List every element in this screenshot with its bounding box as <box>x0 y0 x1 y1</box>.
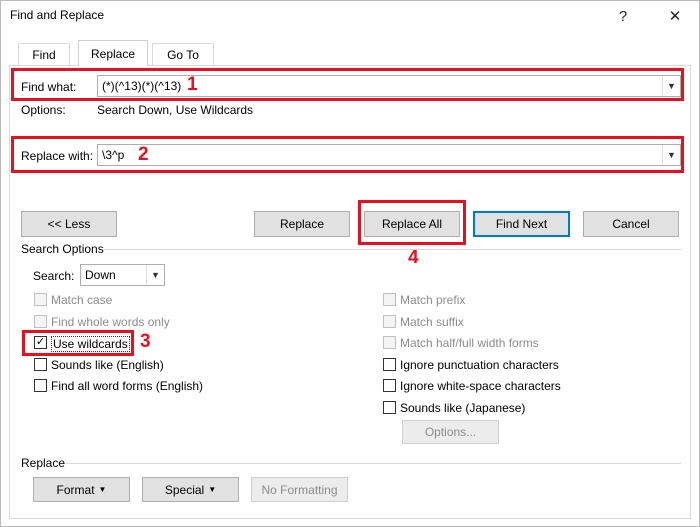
chevron-down-icon[interactable]: ▼ <box>146 265 164 285</box>
sounds-like-japanese-label: Sounds like (Japanese) <box>400 401 526 415</box>
help-button[interactable]: ? <box>600 0 646 32</box>
options-summary: Search Down, Use Wildcards <box>97 103 254 117</box>
sounds-like-english-checkbox[interactable] <box>34 358 47 371</box>
match-prefix-checkbox[interactable] <box>383 293 396 306</box>
close-button[interactable]: ✕ <box>652 0 698 32</box>
ignore-punctuation-label: Ignore punctuation characters <box>400 358 559 372</box>
search-direction-label: Search: <box>33 269 75 283</box>
replace-button[interactable]: Replace <box>254 211 350 237</box>
less-button[interactable]: << Less <box>21 211 117 237</box>
annotation-box-4 <box>358 200 466 245</box>
search-direction-value: Down <box>85 268 116 282</box>
whole-words-label: Find whole words only <box>51 315 170 329</box>
all-word-forms-label: Find all word forms (English) <box>51 379 204 393</box>
sounds-like-japanese-checkbox[interactable] <box>383 401 396 414</box>
match-suffix-label: Match suffix <box>400 315 464 329</box>
ignore-whitespace-label: Ignore white-space characters <box>400 379 561 393</box>
annotation-3: 3 <box>140 331 151 352</box>
options-button[interactable]: Options... <box>402 420 499 444</box>
match-prefix-label: Match prefix <box>400 293 466 307</box>
annotation-4: 4 <box>408 247 419 268</box>
ignore-whitespace-checkbox[interactable] <box>383 379 396 392</box>
options-label: Options: <box>21 103 66 117</box>
annotation-1: 1 <box>187 74 198 95</box>
find-next-button[interactable]: Find Next <box>473 211 570 237</box>
match-case-label: Match case <box>51 293 113 307</box>
tab-go-to[interactable]: Go To <box>152 43 214 65</box>
match-suffix-checkbox[interactable] <box>383 315 396 328</box>
annotation-box-2 <box>11 136 684 173</box>
dialog-title: Find and Replace <box>10 8 105 22</box>
no-formatting-button[interactable]: No Formatting <box>251 477 348 502</box>
annotation-2: 2 <box>138 144 149 165</box>
tab-panel <box>9 65 691 519</box>
caret-down-icon: ▼ <box>208 485 217 494</box>
special-button[interactable]: Special ▼ <box>142 477 239 502</box>
search-direction-select[interactable]: Down ▼ <box>80 264 165 286</box>
divider <box>66 463 681 464</box>
half-full-width-checkbox[interactable] <box>383 336 396 349</box>
sounds-like-english-label: Sounds like (English) <box>51 358 164 372</box>
half-full-width-label: Match half/full width forms <box>400 336 539 350</box>
whole-words-checkbox[interactable] <box>34 315 47 328</box>
caret-down-icon: ▼ <box>98 485 107 494</box>
close-icon: ✕ <box>668 8 682 25</box>
annotation-box-1 <box>11 68 684 101</box>
annotation-box-3 <box>22 330 134 356</box>
replace-section-heading: Replace <box>21 456 66 470</box>
tab-find[interactable]: Find <box>18 43 70 65</box>
search-options-heading: Search Options <box>21 242 104 256</box>
format-button[interactable]: Format ▼ <box>33 477 130 502</box>
divider <box>103 249 681 250</box>
all-word-forms-checkbox[interactable] <box>34 379 47 392</box>
special-button-label: Special <box>164 482 205 497</box>
tab-replace[interactable]: Replace <box>78 40 148 66</box>
match-case-checkbox[interactable] <box>34 293 47 306</box>
ignore-punctuation-checkbox[interactable] <box>383 358 396 371</box>
cancel-button[interactable]: Cancel <box>583 211 679 237</box>
format-button-label: Format <box>56 482 95 497</box>
